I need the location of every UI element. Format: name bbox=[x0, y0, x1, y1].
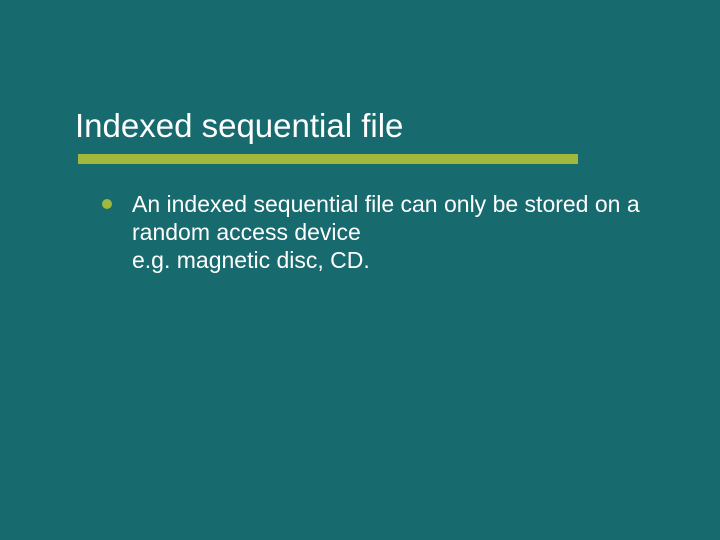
bullet-text: An indexed sequential file can only be s… bbox=[132, 190, 657, 274]
bullet-icon bbox=[102, 199, 112, 209]
slide-title: Indexed sequential file bbox=[75, 108, 665, 144]
content-area: An indexed sequential file can only be s… bbox=[102, 190, 657, 274]
bullet-item: An indexed sequential file can only be s… bbox=[102, 190, 657, 274]
title-underline bbox=[78, 154, 578, 164]
title-block: Indexed sequential file bbox=[75, 108, 665, 144]
slide: Indexed sequential file An indexed seque… bbox=[0, 0, 720, 540]
